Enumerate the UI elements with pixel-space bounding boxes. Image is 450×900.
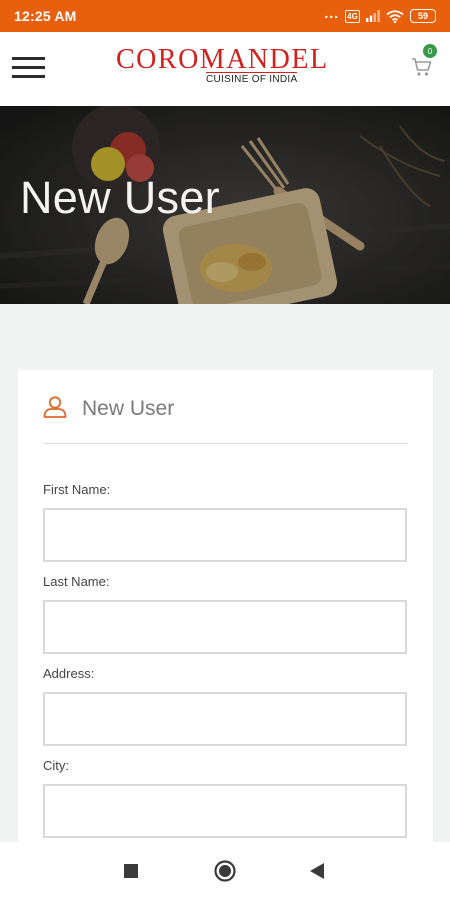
logo-tagline: CUISINE OF INDIA: [206, 72, 298, 85]
cart-icon: [412, 58, 432, 76]
last-name-input[interactable]: [43, 600, 407, 654]
back-button[interactable]: [310, 863, 324, 884]
hamburger-icon: [12, 57, 45, 60]
notification-dots: ...: [324, 5, 339, 21]
form-title: New User: [82, 397, 175, 420]
circle-icon: [214, 860, 236, 882]
status-icons: ... 4G 59: [324, 5, 436, 23]
cart-count-badge: 0: [423, 44, 437, 58]
battery-indicator: 59: [410, 9, 436, 23]
first-name-input[interactable]: [43, 508, 407, 562]
city-input[interactable]: [43, 784, 407, 838]
address-input[interactable]: [43, 692, 407, 746]
logo-name: COROMANDEL: [116, 44, 329, 75]
status-time: 12:25 AM: [14, 8, 77, 24]
app-header: COROMANDEL CUISINE OF INDIA 0: [0, 32, 450, 106]
recents-button[interactable]: [124, 864, 138, 883]
brand-logo[interactable]: COROMANDEL CUISINE OF INDIA: [116, 44, 329, 90]
city-label: City:: [43, 758, 69, 773]
first-name-label: First Name:: [43, 482, 111, 497]
hero-banner: New User: [0, 106, 450, 304]
form-header: New User: [43, 390, 408, 444]
square-icon: [124, 864, 138, 878]
wifi-icon: [386, 9, 404, 23]
signal-icon: [366, 10, 380, 22]
new-user-form: New User First Name: Last Name: Address:…: [18, 370, 433, 860]
triangle-back-icon: [310, 863, 324, 879]
address-label: Address:: [43, 666, 95, 681]
user-icon: [43, 396, 67, 418]
system-nav-bar: [0, 842, 450, 900]
hero-title: New User: [20, 172, 220, 223]
last-name-label: Last Name:: [43, 574, 110, 589]
menu-button[interactable]: [12, 54, 46, 82]
sim-icon: 4G: [345, 9, 360, 23]
cart-button[interactable]: 0: [411, 44, 441, 80]
status-bar: 12:25 AM ... 4G 59: [0, 0, 450, 32]
home-button[interactable]: [214, 860, 236, 887]
